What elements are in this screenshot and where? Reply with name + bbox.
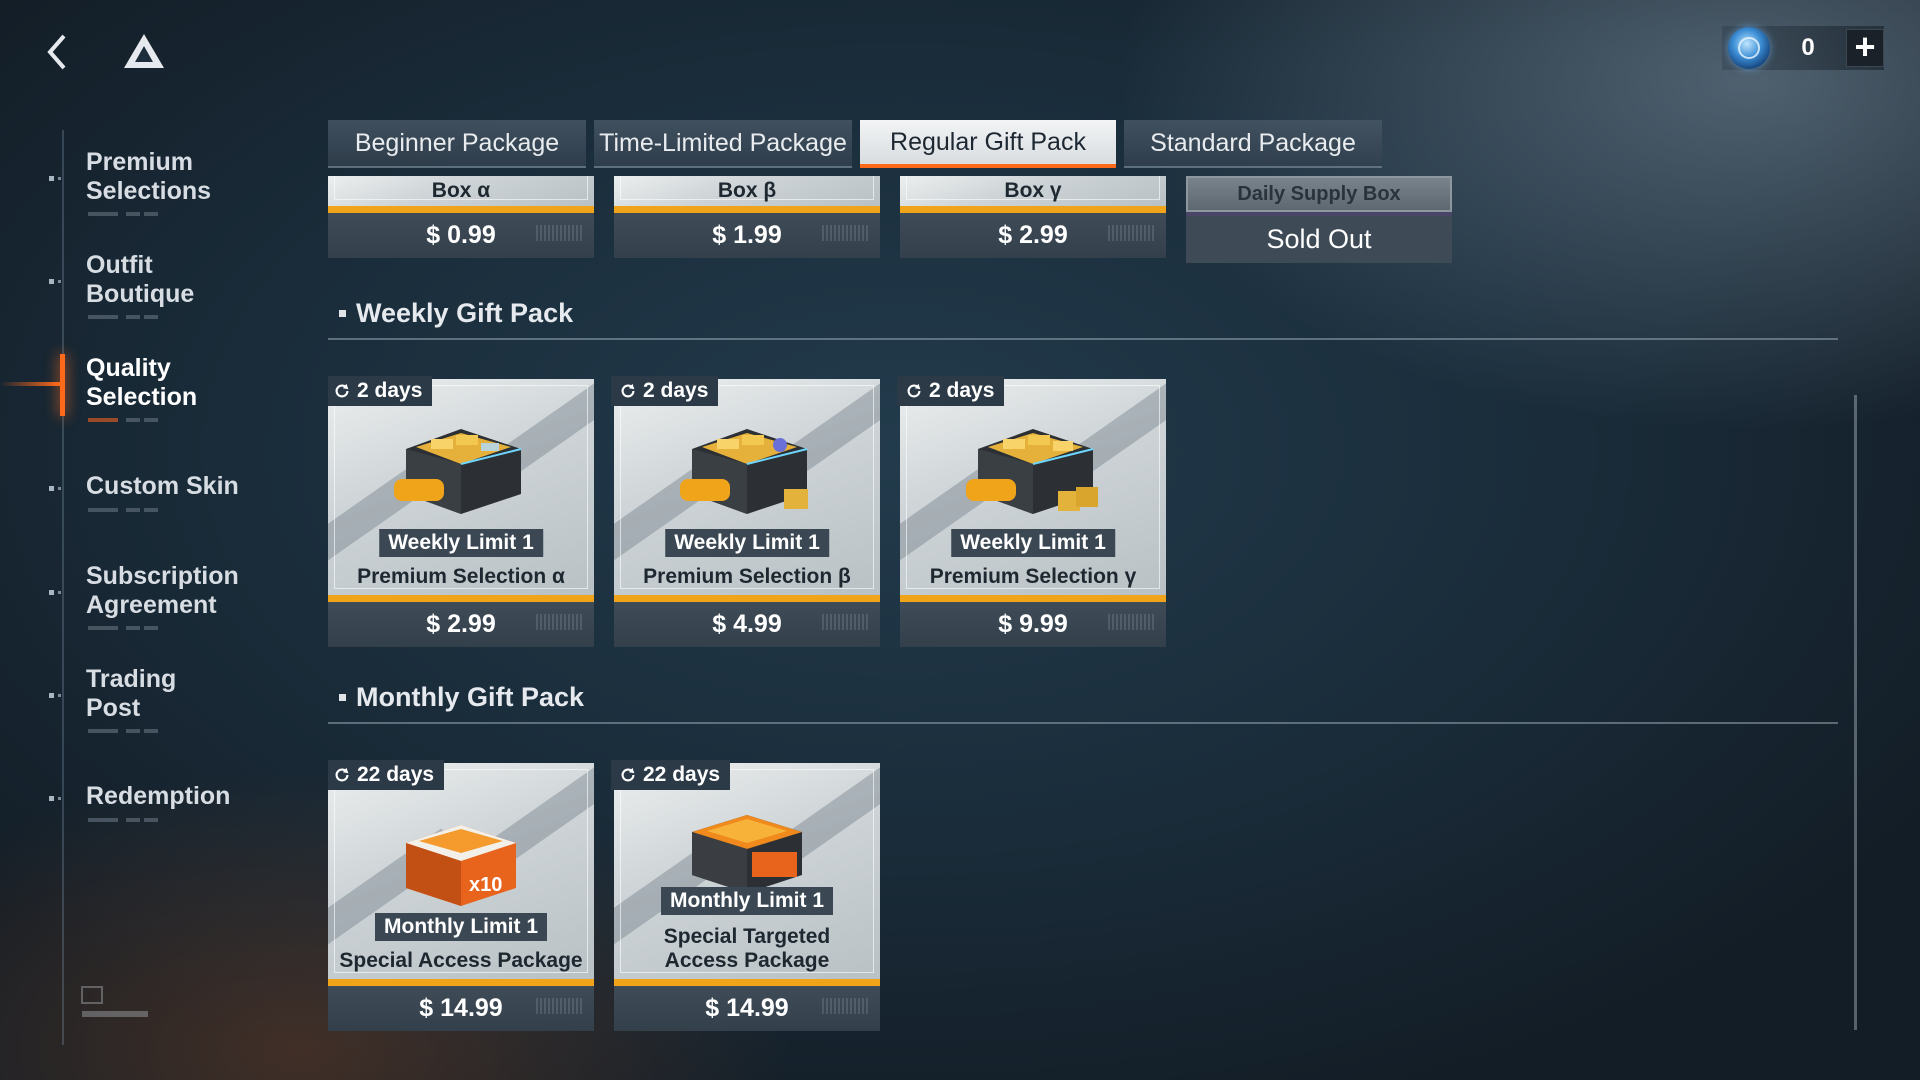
gold-crate-icon — [966, 429, 1098, 514]
orange-package-icon: x10 — [406, 825, 516, 906]
badge-text: 22 days — [357, 763, 435, 786]
badge-text: 2 days — [643, 379, 709, 402]
sidebar-item-label: Quality Selection — [86, 354, 198, 411]
currency-value: 0 — [1801, 34, 1815, 61]
purchase-limit-label: Monthly Limit 1 — [661, 887, 833, 915]
price-button[interactable]: $ 4.99 — [614, 602, 880, 647]
section-header-weekly: Weekly Gift Pack — [328, 296, 1838, 340]
tab-time-limited-package[interactable]: Time-Limited Package — [594, 120, 852, 168]
shop-card-premium-selection-alpha[interactable]: 2 days Weekly Limit 1 Premium Selection … — [328, 376, 594, 647]
purchase-limit-label: Weekly Limit 1 — [951, 529, 1115, 557]
purchase-limit-label: Monthly Limit 1 — [375, 913, 547, 941]
brand-watermark-icon — [80, 985, 150, 1029]
section-title: Monthly Gift Pack — [356, 682, 585, 712]
price-button[interactable]: $ 2.99 — [328, 602, 594, 647]
sidebar-item-label: Subscription Agreement — [86, 562, 239, 619]
sidebar-item-premium-selections[interactable]: Premium Selections — [0, 148, 260, 228]
shop-card-daily-supply-box: Daily Supply Box Sold Out — [1186, 176, 1452, 263]
section-title: Weekly Gift Pack — [356, 298, 574, 328]
price-button[interactable]: $ 2.99 — [900, 213, 1166, 258]
sidebar-item-label: Trading Post — [86, 665, 177, 722]
shop-card-special-access-package[interactable]: 22 days x10 Monthly Limit 1 Special Acce… — [328, 760, 594, 1031]
sidebar-item-custom-skin[interactable]: Custom Skin — [0, 472, 260, 522]
section-header-monthly: Monthly Gift Pack — [328, 680, 1838, 724]
shop-card-box-gamma[interactable]: Box γ $ 2.99 — [900, 176, 1166, 258]
refresh-timer-badge: 2 days — [611, 376, 719, 406]
triangle-logo-icon — [122, 32, 166, 72]
refresh-icon — [335, 383, 349, 398]
badge-text: 22 days — [643, 763, 721, 786]
sidebar-item-outfit-boutique[interactable]: Outfit Boutique — [0, 251, 260, 331]
shop-card-premium-selection-gamma[interactable]: 2 days Weekly Limit 1 Premium Selection … — [897, 376, 1166, 647]
tab-standard-package[interactable]: Standard Package — [1124, 120, 1382, 168]
purchase-limit-label: Weekly Limit 1 — [379, 529, 543, 557]
blue-coin-icon — [1728, 27, 1770, 69]
gold-crate-icon — [680, 429, 808, 514]
add-currency-button[interactable]: + — [1846, 29, 1884, 67]
chevron-left-icon — [47, 34, 66, 70]
price-button[interactable]: $ 1.99 — [614, 213, 880, 258]
refresh-icon — [621, 383, 635, 398]
refresh-timer-badge: 22 days — [328, 760, 445, 790]
currency-display: 0 + — [1722, 26, 1884, 70]
back-button[interactable] — [40, 30, 76, 74]
price-button[interactable]: $ 0.99 — [328, 213, 594, 258]
targeted-package-icon — [692, 815, 802, 893]
price-button[interactable]: $ 14.99 — [328, 986, 594, 1031]
item-name: Box γ — [1004, 179, 1062, 202]
sidebar-item-label: Outfit Boutique — [86, 251, 195, 308]
svg-text:x10: x10 — [469, 874, 502, 896]
price-button[interactable]: $ 9.99 — [900, 602, 1166, 647]
sidebar-item-label: Custom Skin — [86, 472, 239, 500]
item-name: Premium Selection α — [357, 565, 565, 588]
tab-bar: Beginner Package Time-Limited Package Re… — [328, 120, 1390, 168]
sidebar-item-trading-post[interactable]: Trading Post — [0, 665, 260, 745]
shop-card-special-targeted-access-package[interactable]: 22 days Monthly Limit 1 Special Targeted… — [611, 760, 880, 1031]
refresh-timer-badge: 2 days — [328, 376, 433, 406]
tab-regular-gift-pack[interactable]: Regular Gift Pack — [860, 120, 1116, 168]
sidebar-item-redemption[interactable]: Redemption — [0, 782, 260, 832]
purchase-limit-label: Weekly Limit 1 — [665, 529, 829, 557]
refresh-timer-badge: 22 days — [611, 760, 731, 790]
sidebar-item-quality-selection[interactable]: Quality Selection — [0, 354, 260, 434]
sidebar-item-subscription-agreement[interactable]: Subscription Agreement — [0, 562, 260, 642]
sidebar-item-label: Redemption — [86, 782, 231, 810]
item-name: Premium Selection γ — [929, 565, 1137, 588]
sold-out-label: Sold Out — [1186, 216, 1452, 263]
sidebar-item-label: Premium Selections — [86, 148, 212, 205]
item-name: Special Access Package — [339, 949, 583, 972]
scrollbar[interactable] — [1854, 395, 1857, 1030]
shop-content: Box α $ 0.99 Box β $ 1.99 Box γ $ 2.99 D… — [328, 176, 1838, 1056]
refresh-icon — [335, 767, 349, 782]
refresh-icon — [907, 383, 921, 398]
price-button[interactable]: $ 14.99 — [614, 986, 880, 1031]
item-name: Daily Supply Box — [1186, 176, 1452, 212]
tab-beginner-package[interactable]: Beginner Package — [328, 120, 586, 168]
item-name: Premium Selection β — [643, 565, 851, 588]
shop-card-box-beta[interactable]: Box β $ 1.99 — [614, 176, 880, 258]
refresh-icon — [621, 767, 635, 782]
refresh-timer-badge: 2 days — [897, 376, 1005, 406]
shop-card-box-alpha[interactable]: Box α $ 0.99 — [328, 176, 594, 258]
badge-text: 2 days — [929, 379, 995, 402]
item-name: Box α — [431, 179, 491, 202]
item-name: Box β — [717, 179, 777, 202]
item-name: Special Targeted Access Package — [663, 925, 831, 972]
gold-crate-icon — [394, 429, 522, 514]
shop-card-premium-selection-beta[interactable]: 2 days Weekly Limit 1 Premium Selection … — [611, 376, 880, 647]
badge-text: 2 days — [357, 379, 423, 402]
